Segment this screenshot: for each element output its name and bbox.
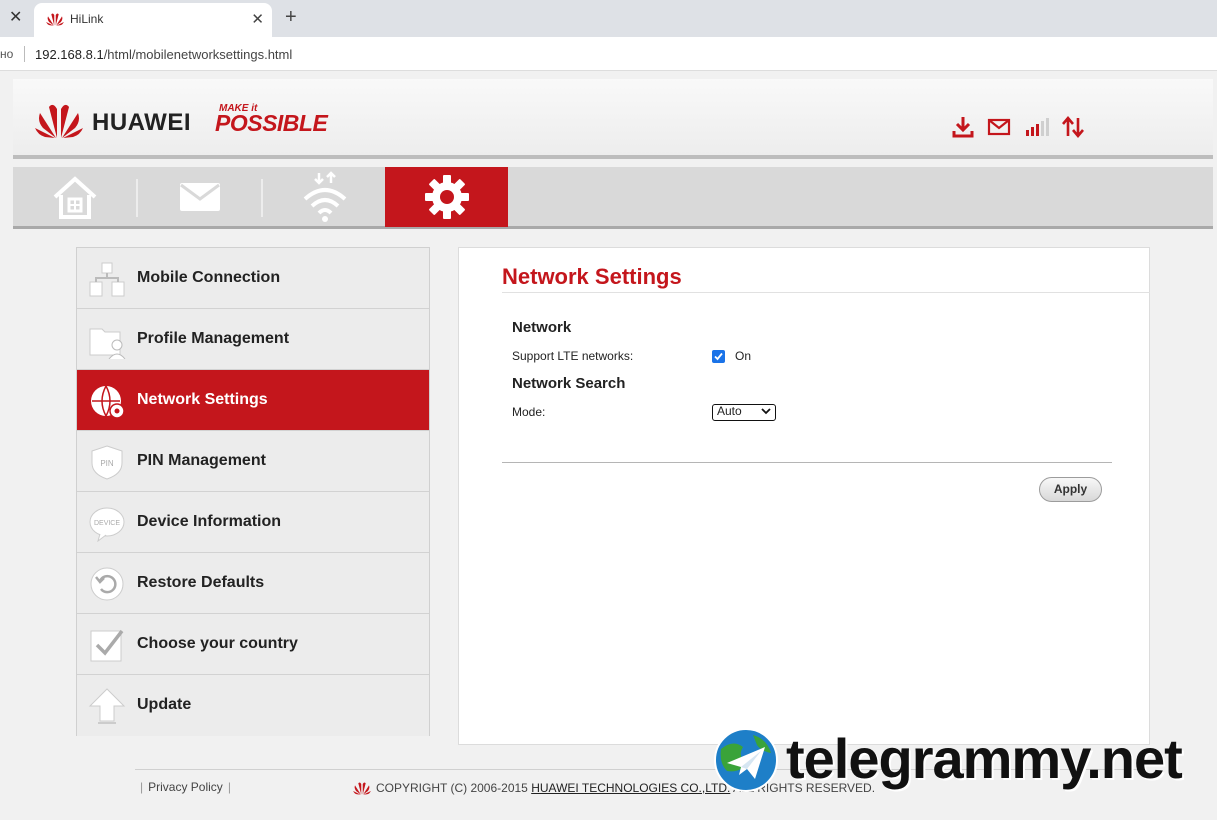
close-icon[interactable]: ✕ [9, 9, 22, 27]
telegram-globe-icon [714, 728, 778, 792]
svg-text:PIN: PIN [100, 459, 114, 468]
new-tab-icon[interactable]: + [285, 6, 297, 29]
sidebar-item-label: Update [137, 696, 192, 713]
network-search-heading: Network Search [512, 375, 626, 392]
tab-close-icon[interactable]: ✕ [251, 10, 264, 28]
company-link[interactable]: HUAWEI TECHNOLOGIES CO.,LTD. [531, 781, 730, 795]
sidebar-item-update[interactable]: Update [77, 675, 429, 736]
sidebar-item-label: Network Settings [137, 391, 268, 408]
sidebar-item-label: Profile Management [137, 330, 290, 347]
mode-label: Mode: [512, 405, 546, 419]
network-heading: Network [512, 319, 572, 336]
svg-text:DEVICE: DEVICE [94, 520, 120, 527]
mail-icon[interactable] [987, 115, 1011, 139]
checkbox-icon [90, 629, 124, 662]
watermark-text: telegrammy.net [786, 727, 1183, 790]
slogan-big: POSSIBLE [215, 110, 328, 136]
mode-select-value: Auto [717, 404, 742, 418]
copyright-prefix: COPYRIGHT (C) 2006-2015 [376, 781, 528, 795]
sidebar-item-label: Device Information [137, 513, 282, 530]
checkmark-icon [714, 352, 723, 361]
restore-icon [90, 567, 124, 601]
wifi-icon [303, 171, 346, 222]
pin-shield-icon: PIN [91, 445, 123, 480]
mode-select[interactable]: Auto [712, 404, 776, 421]
address-bar[interactable]: но 192.168.8.1/html/mobilenetworksetting… [0, 37, 1217, 71]
brand-name: HUAWEI [92, 109, 191, 136]
lte-checkbox[interactable] [712, 350, 725, 363]
download-icon[interactable] [951, 115, 975, 139]
sidebar-item-label: PIN Management [137, 452, 266, 469]
device-info-icon: DEVICE [89, 507, 125, 542]
form-divider [502, 462, 1112, 463]
browser-tab[interactable]: HiLink ✕ [34, 3, 272, 37]
network-globe-icon [91, 385, 125, 419]
apply-button[interactable]: Apply [1039, 477, 1102, 502]
chevron-down-icon [761, 408, 771, 415]
sidebar-item-choose-country[interactable]: Choose your country [77, 614, 429, 675]
address-prefix: но [0, 47, 14, 61]
sidebar-item-network-settings[interactable]: Network Settings [77, 370, 429, 431]
address-separator [24, 46, 25, 62]
sms-icon [179, 183, 220, 211]
signal-icon [1026, 118, 1049, 136]
huawei-logo-icon [35, 104, 83, 138]
sidebar-item-profile-management[interactable]: Profile Management [77, 309, 429, 370]
sidebar-item-label: Mobile Connection [137, 269, 281, 286]
nav-home[interactable] [13, 167, 136, 227]
title-divider [502, 292, 1150, 293]
nav-sms[interactable] [138, 167, 261, 227]
lte-value-label: On [735, 349, 752, 363]
lte-label: Support LTE networks: [512, 349, 634, 363]
nav-settings[interactable] [385, 167, 508, 227]
address-host: 192.168.8.1 [35, 47, 104, 62]
address-url[interactable]: 192.168.8.1/html/mobilenetworksettings.h… [35, 47, 292, 62]
home-icon [53, 176, 96, 219]
network-settings-panel: Network Settings Network Support LTE net… [458, 247, 1150, 745]
browser-tab-bar: ✕ HiLink ✕ + [0, 0, 1217, 37]
profile-folder-icon [89, 328, 126, 359]
mobile-connection-icon [89, 262, 125, 297]
page-header: HUAWEI MAKE it POSSIBLE [13, 79, 1213, 159]
main-nav [13, 167, 1213, 229]
sidebar-item-label: Choose your country [137, 635, 298, 652]
sidebar-item-mobile-connection[interactable]: Mobile Connection [77, 248, 429, 309]
settings-icon [424, 175, 469, 219]
huawei-logo-icon [46, 13, 64, 26]
huawei-logo-icon [353, 782, 371, 795]
settings-sidebar: Mobile Connection Profile Management Net… [76, 247, 430, 736]
sidebar-item-pin-management[interactable]: PIN PIN Management [77, 431, 429, 492]
router-page: HUAWEI MAKE it POSSIBLE Mobile Connectio… [13, 71, 1213, 820]
address-path: /html/mobilenetworksettings.html [103, 47, 293, 62]
nav-wifi[interactable] [263, 167, 386, 227]
privacy-policy-link[interactable]: Privacy Policy [140, 780, 231, 794]
sidebar-item-restore-defaults[interactable]: Restore Defaults [77, 553, 429, 614]
data-transfer-icon [1062, 115, 1084, 139]
sidebar-item-device-information[interactable]: DEVICE Device Information [77, 492, 429, 553]
tab-title: HiLink [70, 12, 104, 26]
page-title: Network Settings [502, 264, 682, 289]
update-arrow-icon [88, 688, 126, 724]
sidebar-item-label: Restore Defaults [137, 574, 265, 591]
